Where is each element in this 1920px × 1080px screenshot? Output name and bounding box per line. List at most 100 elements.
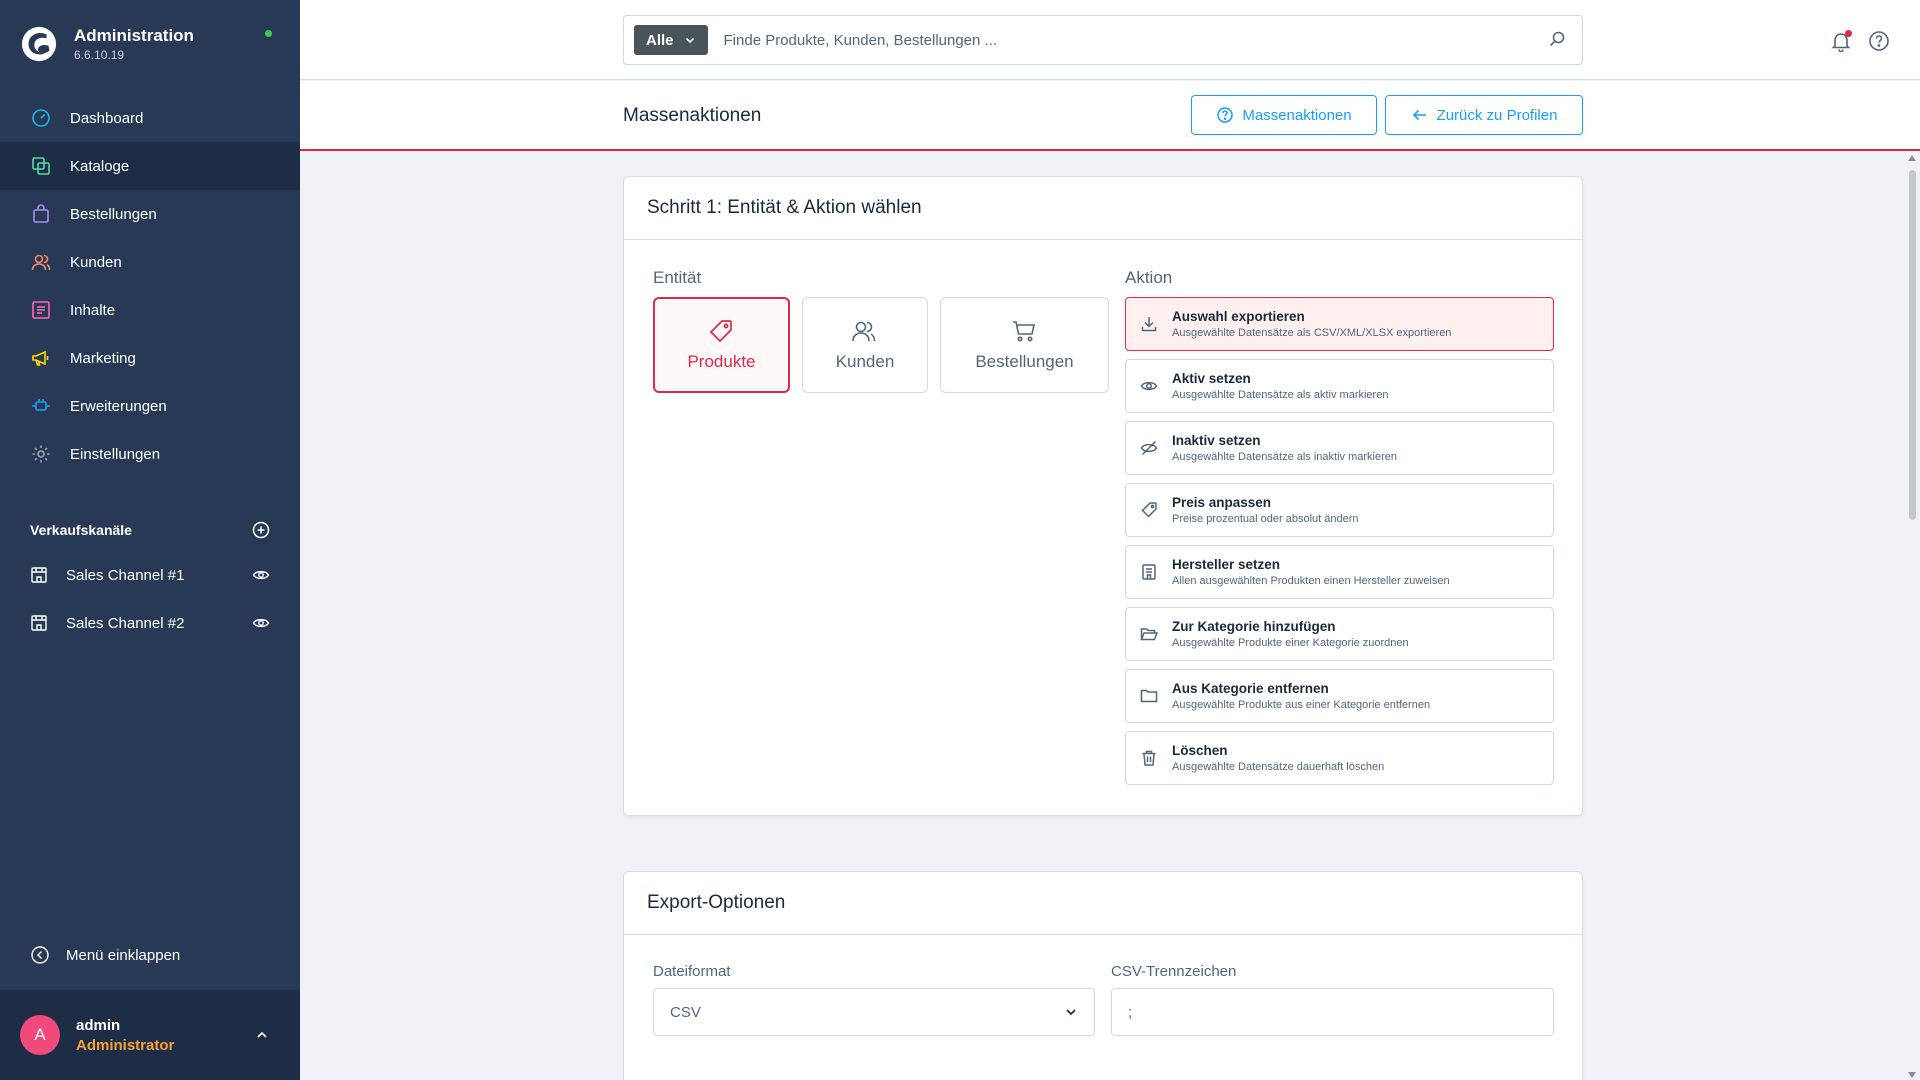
action-label: Aktion (1125, 268, 1173, 287)
chevron-up-icon[interactable] (254, 1027, 270, 1043)
sales-channel-1[interactable]: Sales Channel #1 (30, 560, 270, 590)
app-title: Administration (74, 26, 194, 45)
search-type-label: Alle (646, 31, 674, 49)
status-indicator (265, 30, 272, 37)
export-options-card: Export-Optionen Dateiformat CSV CSV-Tren… (623, 871, 1583, 1080)
entity-products[interactable]: Produkte (653, 297, 790, 393)
shopping-bag-icon (30, 203, 52, 225)
user-name: admin (76, 1016, 121, 1034)
avatar: A (20, 1015, 60, 1055)
gear-icon (30, 443, 52, 465)
user-role: Administrator (76, 1036, 175, 1054)
plug-icon (30, 395, 52, 417)
help-icon[interactable] (1868, 30, 1890, 52)
back-to-profiles-label: Zurück zu Profilen (1436, 106, 1558, 124)
action-description: Allen ausgewählten Produkten einen Herst… (1172, 575, 1450, 587)
nav-item-extensions[interactable]: Erweiterungen (0, 382, 300, 430)
nav-label: Inhalte (70, 301, 116, 319)
action-set-inactive[interactable]: Inaktiv setzen Ausgewählte Datensätze al… (1125, 421, 1554, 475)
back-to-profiles-button[interactable]: Zurück zu Profilen (1385, 95, 1583, 135)
page-title: Massenaktionen (623, 105, 762, 126)
sales-channel-label: Sales Channel #1 (66, 566, 185, 584)
search-type-dropdown[interactable]: Alle (634, 25, 708, 55)
bell-icon[interactable] (1830, 30, 1852, 52)
action-remove-from-category[interactable]: Aus Kategorie entfernen Ausgewählte Prod… (1125, 669, 1554, 723)
tag-icon (708, 318, 736, 346)
building-icon (1140, 563, 1158, 581)
action-description: Ausgewählte Datensätze als aktiv markier… (1172, 389, 1389, 401)
entity-customers[interactable]: Kunden (802, 297, 928, 393)
action-adjust-price[interactable]: Preis anpassen Preise prozentual oder ab… (1125, 483, 1554, 537)
action-description: Ausgewählte Produkte aus einer Kategorie… (1172, 699, 1431, 711)
dashboard-icon (30, 107, 52, 129)
content-icon (30, 299, 52, 321)
scroll-thumb[interactable] (1909, 170, 1916, 520)
tag-icon (1140, 501, 1158, 519)
nav-label: Bestellungen (70, 205, 157, 223)
shopware-logo (21, 26, 57, 62)
eye-icon (1140, 377, 1158, 395)
step1-title: Schritt 1: Entität & Aktion wählen (624, 177, 1582, 240)
file-format-select[interactable]: CSV (653, 988, 1095, 1036)
collapse-menu-label: Menü einklappen (66, 946, 181, 964)
arrow-left-icon (1411, 106, 1429, 124)
entity-label: Entität (653, 268, 702, 287)
content-scrollbar[interactable] (1906, 155, 1918, 1080)
action-description: Ausgewählte Datensätze dauerhaft löschen (1172, 761, 1385, 773)
app-version: 6.6.10.19 (74, 48, 125, 62)
storefront-icon (30, 614, 48, 632)
action-description: Ausgewählte Datensätze als inaktiv marki… (1172, 451, 1398, 463)
action-description: Ausgewählte Produkte einer Kategorie zuo… (1172, 637, 1409, 649)
sidebar: Administration 6.6.10.19 Dashboard Katal… (0, 0, 300, 1080)
action-export-selection[interactable]: Auswahl exportieren Ausgewählte Datensät… (1125, 297, 1554, 351)
csv-separator-label: CSV-Trennzeichen (1111, 963, 1237, 980)
action-description: Preise prozentual oder absolut ändern (1172, 513, 1359, 525)
sales-channels-heading: Verkaufskanäle (30, 518, 270, 542)
add-channel-icon[interactable] (252, 521, 270, 539)
file-format-value: CSV (670, 1003, 701, 1021)
action-add-to-category[interactable]: Zur Kategorie hinzufügen Ausgewählte Pro… (1125, 607, 1554, 661)
nav-item-dashboard[interactable]: Dashboard (0, 94, 300, 142)
nav-item-marketing[interactable]: Marketing (0, 334, 300, 382)
action-title: Löschen (1172, 743, 1228, 758)
action-set-active[interactable]: Aktiv setzen Ausgewählte Datensätze als … (1125, 359, 1554, 413)
action-set-manufacturer[interactable]: Hersteller setzen Allen ausgewählten Pro… (1125, 545, 1554, 599)
users-icon (30, 251, 52, 273)
question-circle-icon (1216, 106, 1234, 124)
file-format-label: Dateiformat (653, 963, 731, 980)
search-input[interactable] (723, 31, 1548, 49)
scroll-up-icon[interactable] (1908, 155, 1916, 161)
action-title: Zur Kategorie hinzufügen (1172, 619, 1336, 634)
eye-icon[interactable] (252, 614, 270, 632)
action-delete[interactable]: Löschen Ausgewählte Datensätze dauerhaft… (1125, 731, 1554, 785)
entity-orders[interactable]: Bestellungen (940, 297, 1109, 393)
chevron-left-circle-icon (30, 945, 50, 965)
users-icon (851, 318, 879, 346)
scroll-down-icon[interactable] (1908, 1072, 1916, 1078)
csv-separator-input[interactable]: ; (1111, 988, 1554, 1036)
action-title: Hersteller setzen (1172, 557, 1281, 572)
chevron-down-icon (684, 34, 696, 46)
nav-label: Erweiterungen (70, 397, 167, 415)
csv-separator-value: ; (1128, 1003, 1133, 1021)
user-menu[interactable]: A admin Administrator (0, 990, 300, 1080)
action-title: Inaktiv setzen (1172, 433, 1261, 448)
nav-item-orders[interactable]: Bestellungen (0, 190, 300, 238)
main-nav: Dashboard Kataloge Bestellungen Kunden I… (0, 94, 300, 478)
sales-channel-2[interactable]: Sales Channel #2 (30, 608, 270, 638)
search-icon[interactable] (1548, 30, 1568, 50)
nav-item-catalogs[interactable]: Kataloge (0, 142, 300, 190)
entity-label-text: Produkte (687, 352, 756, 371)
action-title: Preis anpassen (1172, 495, 1272, 510)
nav-item-customers[interactable]: Kunden (0, 238, 300, 286)
collapse-menu-button[interactable]: Menü einklappen (30, 945, 180, 965)
eye-icon[interactable] (252, 566, 270, 584)
help-mass-actions-button[interactable]: Massenaktionen (1191, 95, 1377, 135)
action-title: Aktiv setzen (1172, 371, 1251, 386)
nav-item-content[interactable]: Inhalte (0, 286, 300, 334)
action-title: Auswahl exportieren (1172, 309, 1305, 324)
nav-item-settings[interactable]: Einstellungen (0, 430, 300, 478)
catalog-icon (30, 155, 52, 177)
export-options-title: Export-Optionen (624, 872, 1582, 935)
eye-slash-icon (1140, 439, 1158, 457)
